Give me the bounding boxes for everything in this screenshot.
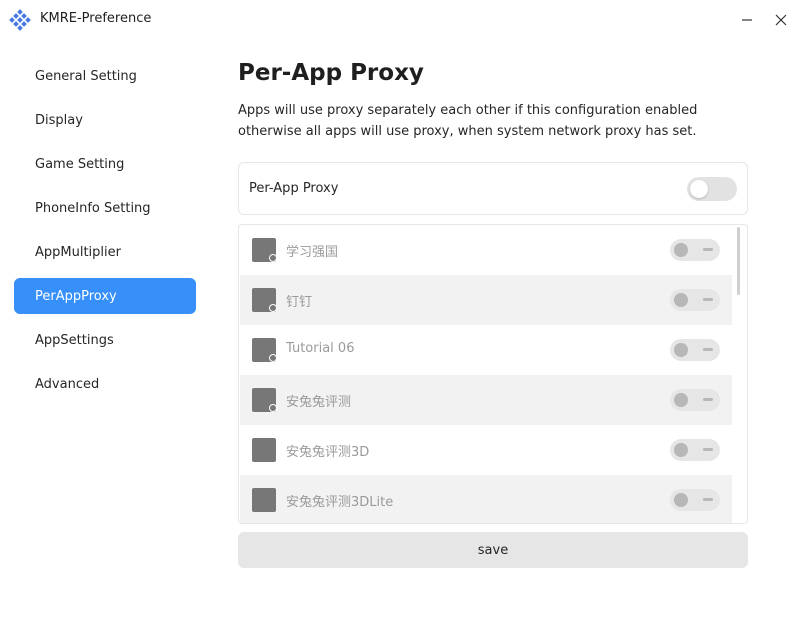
minimize-button[interactable] bbox=[735, 8, 759, 32]
app-placeholder-icon bbox=[252, 488, 276, 512]
sidebar-item-label: Display bbox=[35, 112, 83, 128]
app-name: Tutorial 06 bbox=[286, 341, 355, 356]
close-icon bbox=[775, 14, 787, 26]
app-list-item: Tutorial 06 bbox=[240, 325, 732, 375]
app-list-item: 学习强国 bbox=[240, 225, 732, 275]
app-placeholder-icon bbox=[252, 388, 277, 412]
sidebar-item-label: Advanced bbox=[35, 376, 100, 392]
window-title: KMRE-Preference bbox=[40, 11, 152, 26]
page-title: Per-App Proxy bbox=[238, 60, 424, 86]
app-list-item: 安兔兔评测3DLite bbox=[240, 475, 732, 523]
app-proxy-toggle[interactable] bbox=[670, 489, 720, 511]
app-proxy-toggle[interactable] bbox=[670, 289, 720, 311]
sidebar-item-advanced[interactable]: Advanced bbox=[14, 366, 196, 402]
app-list-item: 安兔兔评测 bbox=[240, 375, 732, 425]
app-logo-icon bbox=[9, 9, 31, 31]
app-proxy-toggle[interactable] bbox=[670, 239, 720, 261]
app-placeholder-icon bbox=[252, 238, 277, 262]
sidebar-item-general-setting[interactable]: General Setting bbox=[14, 58, 196, 94]
toggle-knob bbox=[690, 180, 708, 198]
close-button[interactable] bbox=[769, 8, 793, 32]
sidebar-item-display[interactable]: Display bbox=[14, 102, 196, 138]
sidebar-nav: General Setting Display Game Setting Pho… bbox=[14, 58, 196, 410]
app-name: 安兔兔评测 bbox=[286, 395, 352, 410]
list-scrollbar[interactable] bbox=[737, 227, 740, 295]
app-list: 学习强国 钉钉 Tutorial 06 安兔兔评测 安兔兔评测3D 安兔兔评测3… bbox=[238, 224, 748, 524]
save-button[interactable]: save bbox=[238, 532, 748, 568]
sidebar-item-game-setting[interactable]: Game Setting bbox=[14, 146, 196, 182]
title-bar: KMRE-Preference bbox=[0, 0, 800, 40]
app-name: 钉钉 bbox=[286, 295, 313, 310]
sidebar-item-label: General Setting bbox=[35, 68, 137, 84]
app-list-item: 安兔兔评测3D bbox=[240, 425, 732, 475]
app-placeholder-icon bbox=[252, 288, 277, 312]
sidebar-item-label: Game Setting bbox=[35, 156, 125, 172]
app-proxy-toggle[interactable] bbox=[670, 439, 720, 461]
per-app-proxy-label: Per-App Proxy bbox=[249, 181, 339, 196]
app-name: 学习强国 bbox=[286, 245, 339, 260]
sidebar-item-appsettings[interactable]: AppSettings bbox=[14, 322, 196, 358]
minimize-icon bbox=[742, 19, 752, 21]
sidebar-item-appmultiplier[interactable]: AppMultiplier bbox=[14, 234, 196, 270]
app-proxy-toggle[interactable] bbox=[670, 339, 720, 361]
app-placeholder-icon bbox=[252, 338, 277, 362]
sidebar-item-perappproxy[interactable]: PerAppProxy bbox=[14, 278, 196, 314]
app-name: 安兔兔评测3D bbox=[286, 445, 370, 460]
app-name: 安兔兔评测3DLite bbox=[286, 495, 394, 510]
app-list-item: 钉钉 bbox=[240, 275, 732, 325]
per-app-proxy-toggle[interactable] bbox=[687, 177, 737, 201]
page-description: Apps will use proxy separately each othe… bbox=[238, 103, 698, 139]
per-app-proxy-card: Per-App Proxy bbox=[238, 162, 748, 215]
sidebar-item-label: PerAppProxy bbox=[35, 288, 117, 304]
app-placeholder-icon bbox=[252, 438, 276, 462]
sidebar-item-label: PhoneInfo Setting bbox=[35, 200, 151, 216]
app-proxy-toggle[interactable] bbox=[670, 389, 720, 411]
sidebar-item-phoneinfo-setting[interactable]: PhoneInfo Setting bbox=[14, 190, 196, 226]
sidebar-item-label: AppMultiplier bbox=[35, 244, 121, 260]
sidebar-item-label: AppSettings bbox=[35, 332, 114, 348]
